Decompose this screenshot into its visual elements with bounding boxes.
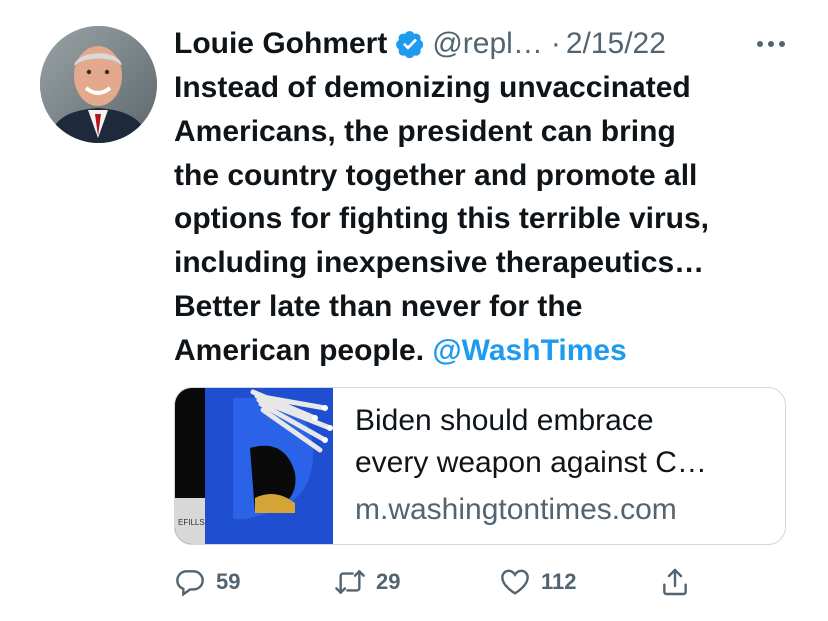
card-title-line2: every weapon against C…	[355, 446, 707, 479]
separator-dot: ·	[550, 27, 561, 60]
tweet-line: options for fighting this terrible virus…	[174, 202, 710, 236]
mention-link[interactable]: @WashTimes	[432, 334, 626, 367]
action-bar: 59 29 112	[174, 564, 691, 600]
thumb-text: EFILLS	[178, 518, 205, 527]
card-domain: m.washingtontimes.com	[355, 493, 677, 526]
tweet-text: Instead of demonizing unvaccinated Ameri…	[174, 66, 794, 373]
card-title-line1: Biden should embrace	[355, 404, 654, 437]
card-image-icon: EFILLS	[175, 388, 333, 544]
more-options-icon[interactable]	[754, 34, 788, 54]
reply-button[interactable]: 59	[174, 566, 334, 598]
verified-badge-icon	[396, 31, 424, 59]
tweet-line: including inexpensive therapeutics…	[174, 246, 705, 280]
person-avatar-icon	[40, 26, 157, 143]
card-thumbnail: EFILLS	[175, 388, 333, 544]
share-button[interactable]	[659, 566, 691, 598]
like-count: 112	[541, 569, 577, 594]
author-name[interactable]: Louie Gohmert	[174, 27, 387, 61]
author-handle[interactable]: @repl…	[432, 27, 542, 61]
tweet-line: Americans, the president can bring	[174, 114, 676, 148]
reply-icon	[176, 570, 204, 597]
retweet-icon	[335, 570, 365, 594]
link-card[interactable]: EFILLS Biden should embrace every weapon…	[174, 387, 786, 545]
tweet-line: Instead of demonizing unvaccinated	[174, 71, 691, 104]
tweet-line-last: American people. @WashTimes	[174, 329, 794, 373]
tweet-header: Louie Gohmert @repl… · 2/15/22	[174, 22, 788, 66]
reply-count: 59	[216, 569, 241, 594]
retweet-button[interactable]: 29	[334, 566, 499, 598]
share-icon	[663, 568, 687, 596]
like-button[interactable]: 112	[499, 566, 659, 598]
tweet-line: the country together and promote all	[174, 158, 698, 192]
tweet-line: Better late than never for the	[174, 289, 583, 323]
tweet-date[interactable]: 2/15/22	[566, 27, 666, 61]
avatar[interactable]	[40, 26, 157, 143]
retweet-count: 29	[376, 569, 401, 594]
heart-icon	[501, 569, 529, 595]
tweet-line: American people.	[174, 333, 425, 367]
card-body: Biden should embrace every weapon agains…	[333, 388, 775, 544]
